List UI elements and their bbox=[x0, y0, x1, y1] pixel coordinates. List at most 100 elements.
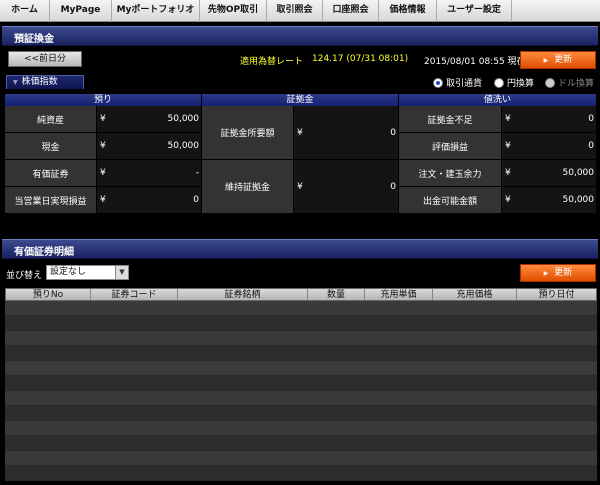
sort-select-value: 設定なし bbox=[50, 267, 87, 277]
table-row bbox=[5, 421, 597, 436]
table-row bbox=[5, 436, 597, 451]
label-securities: 有価証券 bbox=[5, 160, 97, 187]
value-net-assets: ¥50,000 bbox=[97, 106, 202, 133]
unrealized-pnl-value: 0 bbox=[588, 141, 594, 151]
header-margin: 証拠金 bbox=[202, 94, 399, 106]
yen-symbol: ¥ bbox=[100, 141, 106, 151]
net-assets-value: 50,000 bbox=[167, 114, 200, 124]
yen-symbol: ¥ bbox=[100, 195, 106, 205]
tab-home[interactable]: ホーム bbox=[0, 0, 50, 22]
col-security-code[interactable]: 証券コード bbox=[91, 289, 178, 300]
label-realized-pnl: 当営業日実現損益 bbox=[5, 187, 97, 214]
stock-index-tab[interactable]: ▼ 株価指数 bbox=[6, 75, 84, 89]
table-row bbox=[5, 361, 597, 376]
col-quantity[interactable]: 数量 bbox=[308, 289, 365, 300]
table-row bbox=[5, 331, 597, 346]
header-deposits: 預り bbox=[5, 94, 202, 106]
holdings-section-header: 有価証券明細 bbox=[2, 239, 598, 259]
holdings-update-button[interactable]: ▶ 更新 bbox=[520, 264, 596, 282]
label-maintenance-margin: 維持証拠金 bbox=[202, 160, 294, 214]
cash-value: 50,000 bbox=[167, 141, 200, 151]
buying-power-value: 50,000 bbox=[562, 168, 595, 178]
chevron-down-icon: ▼ bbox=[13, 79, 18, 86]
table-row bbox=[5, 316, 597, 331]
value-required-margin: ¥0 bbox=[294, 106, 399, 160]
yen-symbol: ¥ bbox=[297, 127, 303, 138]
yen-symbol: ¥ bbox=[505, 141, 511, 151]
required-margin-value: 0 bbox=[390, 127, 396, 138]
col-deposit-no[interactable]: 預りNo bbox=[6, 289, 91, 300]
tab-account-inquiry[interactable]: 口座照会 bbox=[323, 0, 379, 22]
yen-symbol: ¥ bbox=[100, 168, 106, 178]
table-row bbox=[5, 376, 597, 391]
label-cash: 現金 bbox=[5, 133, 97, 160]
maintenance-margin-value: 0 bbox=[390, 181, 396, 192]
radio-dollar-label: ドル換算 bbox=[558, 79, 595, 89]
table-row bbox=[5, 466, 597, 481]
yen-symbol: ¥ bbox=[297, 181, 303, 192]
table-row bbox=[5, 406, 597, 421]
col-unit-value[interactable]: 充用単価 bbox=[365, 289, 433, 300]
tab-price-info[interactable]: 価格情報 bbox=[379, 0, 437, 22]
value-withdrawable: ¥50,000 bbox=[502, 187, 597, 214]
table-row bbox=[5, 346, 597, 361]
holdings-table: 預りNo 証券コード 証券銘柄 数量 充用単価 充用価格 預り日付 bbox=[5, 288, 597, 481]
radio-yen-label: 円換算 bbox=[507, 79, 535, 89]
tab-trade-inquiry[interactable]: 取引照会 bbox=[267, 0, 323, 22]
label-buying-power: 注文・建玉余力 bbox=[399, 160, 502, 187]
table-row bbox=[5, 451, 597, 466]
table-header: 預りNo 証券コード 証券銘柄 数量 充用単価 充用価格 預り日付 bbox=[5, 288, 597, 301]
rate-label: 適用為替レート bbox=[240, 57, 304, 67]
arrow-right-icon: ▶ bbox=[543, 270, 549, 277]
value-realized-pnl: ¥0 bbox=[97, 187, 202, 214]
value-maintenance-margin: ¥0 bbox=[294, 160, 399, 214]
holdings-section-title: 有価証券明細 bbox=[14, 247, 74, 258]
radio-dollar-conversion: ドル換算 bbox=[545, 76, 594, 89]
header-mark-to-market: 値洗い bbox=[399, 94, 597, 106]
dropdown-arrow-icon[interactable]: ▼ bbox=[115, 266, 128, 279]
tab-user-settings[interactable]: ユーザー設定 bbox=[437, 0, 512, 22]
label-net-assets: 純資産 bbox=[5, 106, 97, 133]
radio-disabled-icon bbox=[545, 77, 555, 88]
securities-value: - bbox=[195, 168, 199, 178]
value-buying-power: ¥50,000 bbox=[502, 160, 597, 187]
as-of-datetime: 2015/08/01 08:55 現在 bbox=[424, 57, 526, 67]
radio-trade-currency-label: 取引通貨 bbox=[446, 79, 483, 89]
sort-label: 並び替え bbox=[6, 271, 43, 281]
table-body bbox=[5, 301, 597, 481]
table-row bbox=[5, 301, 597, 316]
col-applied-value[interactable]: 充用価格 bbox=[433, 289, 517, 300]
tab-mypage[interactable]: MyPage bbox=[50, 0, 112, 22]
withdrawable-value: 50,000 bbox=[562, 195, 595, 205]
label-margin-shortfall: 証拠金不足 bbox=[399, 106, 502, 133]
radio-yen-conversion[interactable]: 円換算 bbox=[494, 76, 534, 89]
tab-my-portfolio[interactable]: Myポートフォリオ bbox=[112, 0, 200, 22]
value-securities: ¥ - bbox=[97, 160, 202, 187]
sort-select[interactable]: 設定なし ▼ bbox=[46, 265, 129, 280]
label-unrealized-pnl: 評価損益 bbox=[399, 133, 502, 160]
radio-icon[interactable] bbox=[494, 77, 504, 88]
prev-day-button[interactable]: <<前日分 bbox=[8, 51, 82, 67]
top-nav: ホーム MyPage Myポートフォリオ 先物OP取引 取引照会 口座照会 価格… bbox=[0, 0, 600, 22]
margin-shortfall-value: 0 bbox=[588, 114, 594, 124]
balance-grid: 預り 証拠金 値洗い 純資産 ¥50,000 現金 ¥50,000 有価証券 ¥… bbox=[5, 94, 597, 214]
update-button[interactable]: ▶ 更新 bbox=[520, 51, 596, 69]
stock-index-label: 株価指数 bbox=[21, 77, 58, 87]
deposit-section-header: 預証換金 bbox=[2, 26, 598, 46]
value-margin-shortfall: ¥0 bbox=[502, 106, 597, 133]
value-unrealized-pnl: ¥0 bbox=[502, 133, 597, 160]
rate-value: 124.17 (07/31 08:01) bbox=[312, 54, 409, 64]
table-row bbox=[5, 391, 597, 406]
tab-futures-options[interactable]: 先物OP取引 bbox=[200, 0, 267, 22]
arrow-right-icon: ▶ bbox=[543, 57, 549, 64]
update-button-label: 更新 bbox=[554, 55, 573, 65]
deposit-section-title: 預証換金 bbox=[14, 34, 54, 45]
label-withdrawable: 出金可能金額 bbox=[399, 187, 502, 214]
yen-symbol: ¥ bbox=[505, 114, 511, 124]
realized-pnl-value: 0 bbox=[193, 195, 199, 205]
yen-symbol: ¥ bbox=[505, 168, 511, 178]
col-deposit-date[interactable]: 預り日付 bbox=[517, 289, 596, 300]
col-security-name[interactable]: 証券銘柄 bbox=[178, 289, 308, 300]
radio-selected-icon[interactable] bbox=[433, 77, 443, 88]
radio-trade-currency[interactable]: 取引通貨 bbox=[433, 76, 482, 89]
